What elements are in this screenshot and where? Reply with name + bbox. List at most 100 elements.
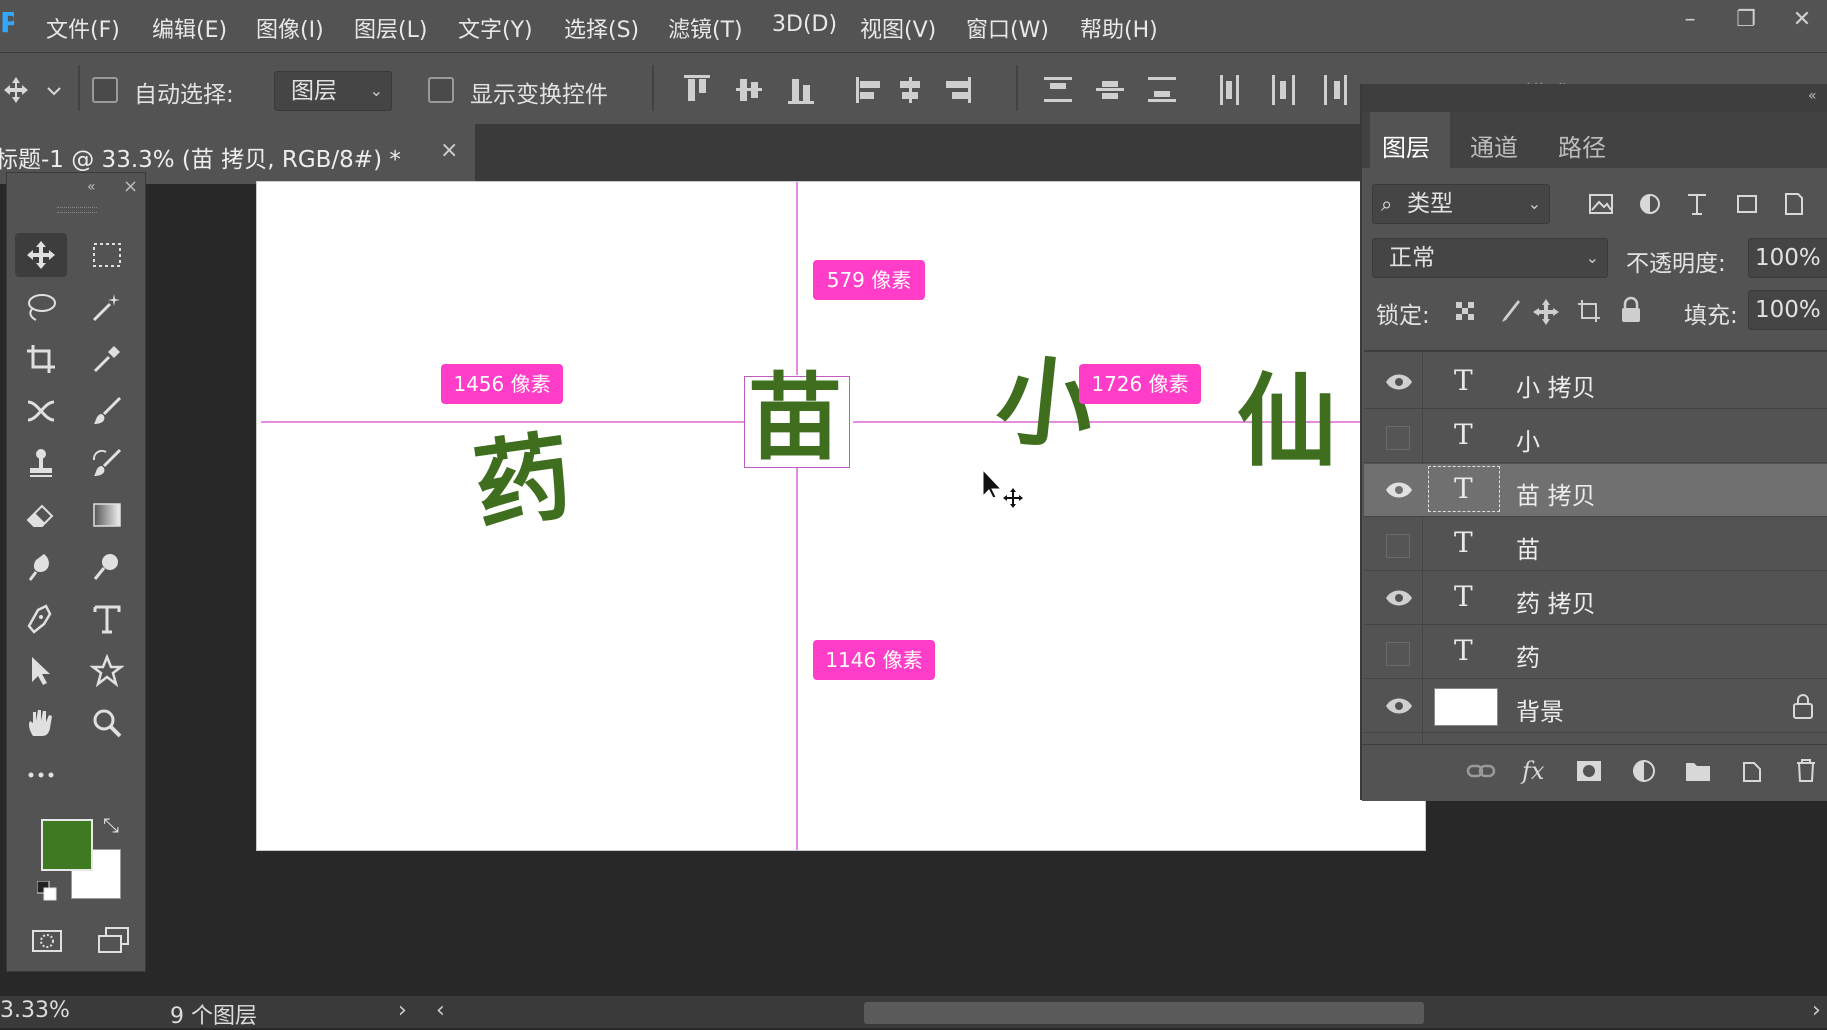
new-layer-icon[interactable] [1740,759,1764,783]
auto-select-dropdown[interactable]: 图层 ⌄ [274,71,392,111]
pen-tool-icon[interactable] [15,597,67,641]
history-brush-tool-icon[interactable] [81,441,133,485]
healing-brush-tool-icon[interactable] [15,389,67,433]
hand-tool-icon[interactable] [15,701,67,745]
new-group-icon[interactable] [1684,759,1712,783]
menu-layer[interactable]: 图层(L) [354,12,427,44]
menu-window[interactable]: 窗口(W) [966,12,1049,44]
menu-image[interactable]: 图像(I) [256,12,324,44]
menu-type[interactable]: 文字(Y) [458,12,533,44]
link-layers-icon[interactable] [1466,761,1496,781]
blend-mode-dropdown[interactable]: 正常 ⌄ [1372,238,1608,278]
blur-tool-icon[interactable] [15,545,67,589]
distribute-buttons-group[interactable] [1044,73,1354,107]
visibility-toggle-off[interactable] [1386,534,1410,558]
measure-right-badge: 1726 像素 [1079,364,1201,404]
opacity-input[interactable]: 100% [1748,238,1827,278]
smart-guide-left [261,421,745,423]
smart-guide-top [796,182,798,375]
fill-label: 填充: [1684,303,1738,329]
eraser-tool-icon[interactable] [15,493,67,537]
lock-buttons[interactable] [1454,296,1654,326]
layer-filter-dropdown[interactable]: ⌕ 类型 ⌄ [1372,184,1550,224]
add-layer-style-icon[interactable]: fx [1522,757,1544,785]
zoom-tool-icon[interactable] [81,701,133,745]
layer-filter-icons[interactable] [1588,190,1808,220]
tab-channels[interactable]: 通道 [1470,128,1518,163]
close-window-icon[interactable]: ✕ [1782,4,1822,36]
divider [1364,350,1827,352]
menu-help[interactable]: 帮助(H) [1080,12,1158,44]
visibility-eye-icon[interactable] [1384,370,1414,394]
visibility-eye-icon[interactable] [1384,586,1414,610]
minimize-icon[interactable]: – [1670,4,1710,36]
move-tool-icon[interactable] [15,233,67,277]
menu-3d[interactable]: 3D(D) [772,12,837,37]
adjustment-layer-icon[interactable] [1632,759,1656,783]
default-colors-icon[interactable] [36,880,57,901]
visibility-toggle-off[interactable] [1386,426,1410,450]
menu-view[interactable]: 视图(V) [860,12,936,44]
horizontal-scrollbar-thumb[interactable] [864,1002,1424,1024]
character-miao[interactable]: 苗 [748,372,842,466]
text-layer-icon: T [1454,472,1473,505]
restore-icon[interactable]: ❐ [1726,4,1766,36]
layer-row[interactable]: T 小 [1364,410,1827,463]
collapse-panel-icon[interactable]: « [87,179,96,195]
auto-select-checkbox[interactable] [92,77,118,103]
fill-input[interactable]: 100% [1748,290,1827,330]
layer-name: 背景 [1516,698,1564,726]
more-tools-icon[interactable] [15,753,67,797]
clone-stamp-tool-icon[interactable] [15,441,67,485]
gradient-tool-icon[interactable] [81,493,133,537]
close-tab-icon[interactable]: × [440,138,458,163]
close-panel-icon[interactable]: × [123,176,138,197]
move-tool-preset-icon[interactable] [2,73,62,107]
custom-shape-tool-icon[interactable] [81,649,133,693]
visibility-eye-icon[interactable] [1384,478,1414,502]
layer-row[interactable]: T 药 拷贝 [1364,572,1827,625]
type-tool-icon[interactable] [81,597,133,641]
add-mask-icon[interactable] [1576,759,1602,783]
layer-name: 小 拷贝 [1516,374,1596,402]
panel-grip[interactable] [57,207,97,213]
scroll-left-icon[interactable]: ‹ [436,998,445,1023]
visibility-toggle-off[interactable] [1386,642,1410,666]
show-transform-checkbox[interactable] [428,77,454,103]
text-layer-icon: T [1454,526,1473,559]
layer-row[interactable]: T 小 拷贝 [1364,356,1827,409]
menu-file[interactable]: 文件(F) [46,12,120,44]
brush-tool-icon[interactable] [81,389,133,433]
menu-filter[interactable]: 滤镜(T) [668,12,743,44]
character-xian[interactable]: 仙 [1237,372,1337,472]
swap-colors-icon[interactable]: ⤡ [103,813,119,837]
layer-row[interactable]: T 苗 [1364,518,1827,571]
eyedropper-tool-icon[interactable] [81,337,133,381]
layer-row[interactable]: T 药 [1364,626,1827,679]
character-yao[interactable]: 药 [468,420,579,544]
menu-select[interactable]: 选择(S) [564,12,639,44]
collapse-panel-icon[interactable]: « [1808,88,1817,104]
scroll-right-icon[interactable]: › [1812,998,1821,1023]
crop-tool-icon[interactable] [15,337,67,381]
magic-wand-tool-icon[interactable] [81,285,133,329]
document-canvas[interactable]: 药 苗 小 仙 579 像素 1456 像素 1726 像素 1146 像素 [256,181,1426,851]
dodge-tool-icon[interactable] [81,545,133,589]
visibility-eye-icon[interactable] [1384,694,1414,718]
path-selection-tool-icon[interactable] [15,649,67,693]
lasso-tool-icon[interactable] [15,285,67,329]
menu-edit[interactable]: 编辑(E) [152,12,227,44]
align-buttons-group[interactable] [684,73,994,107]
foreground-color-swatch[interactable] [41,819,93,871]
tab-paths[interactable]: 路径 [1558,128,1606,163]
marquee-tool-icon[interactable] [81,233,133,277]
quick-mask-icon[interactable] [21,919,73,963]
chevron-right-icon[interactable]: › [398,998,407,1023]
screen-mode-icon[interactable] [87,919,139,963]
zoom-level[interactable]: 33.33% [0,998,70,1023]
measure-left-badge: 1456 像素 [441,364,563,404]
layer-row[interactable]: 背景 [1364,680,1827,733]
tab-layers[interactable]: 图层 [1382,128,1430,163]
delete-layer-icon[interactable] [1794,757,1818,783]
layer-row-selected[interactable]: T 苗 拷贝 [1364,464,1827,517]
